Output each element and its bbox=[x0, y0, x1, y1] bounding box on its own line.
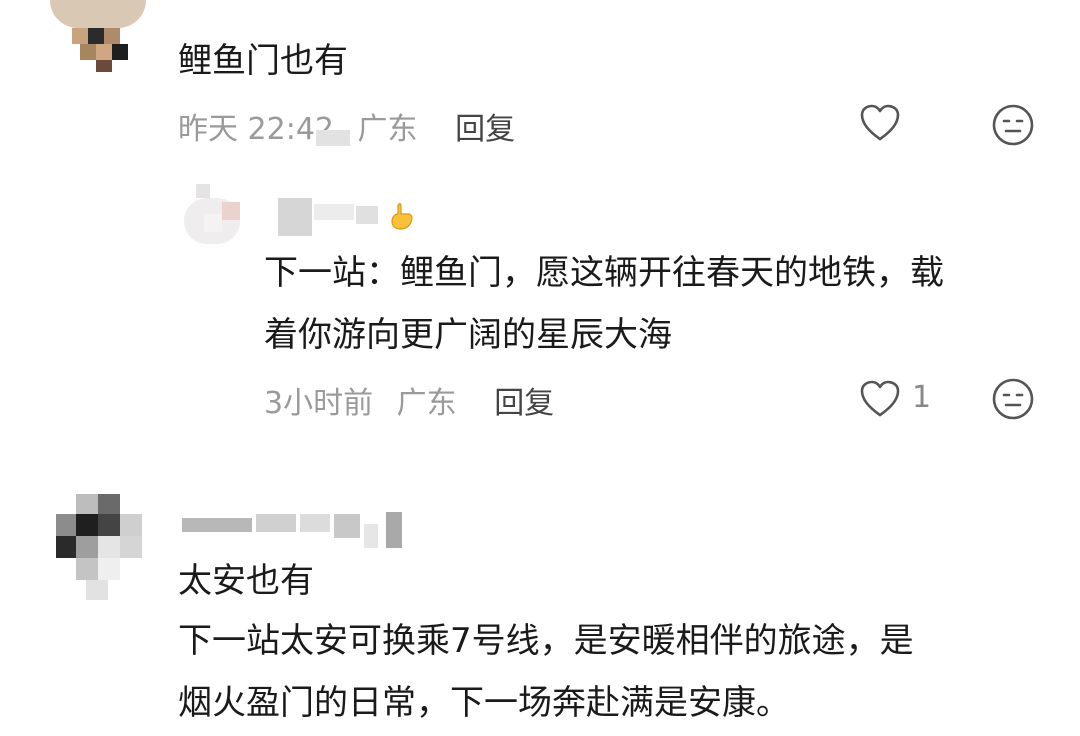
reply-button[interactable]: 回复 bbox=[455, 112, 515, 147]
blur-patch bbox=[316, 130, 350, 146]
avatar[interactable] bbox=[184, 184, 256, 244]
heart-outline-icon bbox=[860, 380, 900, 417]
comment-text-line: 下一站：鲤鱼门，愿这辆开往春天的地铁，载 bbox=[264, 253, 944, 293]
comment-time: 3小时前 bbox=[264, 386, 374, 421]
like-count: 1 bbox=[912, 380, 932, 415]
comment-text-line: 烟火盈门的日常，下一场奔赴满是安康。 bbox=[178, 683, 790, 723]
comment-location: 广东 bbox=[357, 112, 418, 147]
like-button[interactable] bbox=[858, 102, 902, 146]
comment-text-line: 太安也有 bbox=[178, 561, 314, 601]
comment-text-line: 着你游向更广阔的星辰大海 bbox=[264, 315, 672, 355]
comment-text-line: 下一站太安可换乘7号线，是安暖相伴的旅途，是 bbox=[178, 621, 914, 661]
emoji-button[interactable] bbox=[990, 376, 1036, 422]
avatar[interactable] bbox=[56, 494, 152, 606]
comment-time: 昨天 22:42 bbox=[178, 112, 334, 147]
emoji-button[interactable] bbox=[990, 102, 1036, 148]
heart-outline-icon bbox=[860, 104, 900, 141]
avatar[interactable] bbox=[50, 0, 146, 72]
emoji-face-icon bbox=[992, 104, 1034, 146]
like-button[interactable] bbox=[858, 378, 902, 422]
comment-location: 广东 bbox=[396, 386, 457, 421]
emoji-face-icon bbox=[992, 378, 1034, 420]
reply-button[interactable]: 回复 bbox=[494, 386, 554, 421]
emoji-sticker-icon bbox=[386, 200, 418, 232]
comment-text: 鲤鱼门也有 bbox=[178, 41, 348, 81]
comment-meta: 3小时前 广东 回复 bbox=[264, 378, 554, 422]
